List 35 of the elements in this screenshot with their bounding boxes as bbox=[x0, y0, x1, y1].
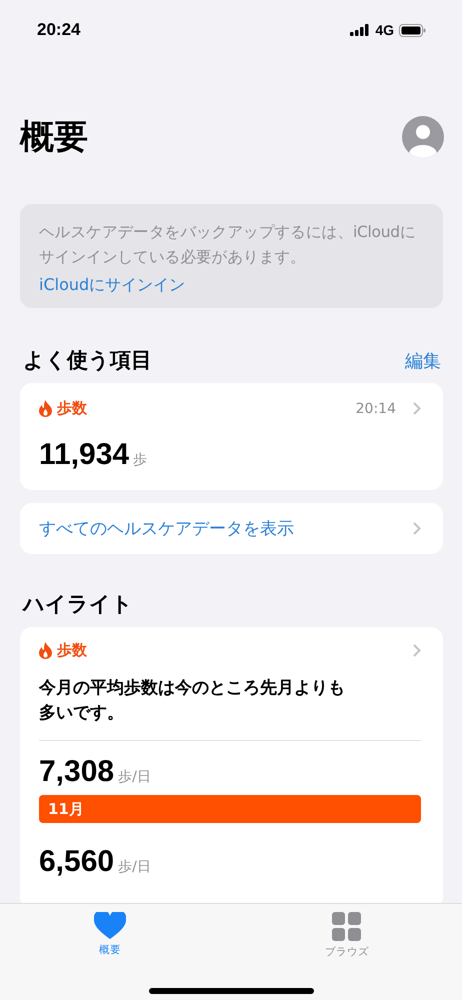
month-label: 11月 bbox=[48, 800, 84, 818]
grid-icon bbox=[332, 912, 362, 942]
category-label: 歩数 bbox=[57, 641, 87, 660]
network-label: 4G bbox=[375, 22, 394, 38]
highlight-summary: 今月の平均歩数は今のところ先月よりも多いです。 bbox=[39, 677, 346, 725]
flame-icon bbox=[39, 642, 52, 659]
update-time: 20:14 bbox=[356, 400, 396, 416]
unit-label: 歩/日 bbox=[118, 858, 151, 876]
unit-label: 歩/日 bbox=[118, 768, 151, 786]
heart-icon bbox=[94, 912, 126, 940]
section-heading: よく使う項目 bbox=[23, 347, 152, 374]
flame-icon bbox=[39, 400, 52, 417]
step-count: 11,934 bbox=[39, 438, 130, 472]
tab-item[interactable]: ブラウズ bbox=[325, 912, 369, 966]
highlight-card[interactable]: 歩数 今月の平均歩数は今のところ先月よりも多いです。 7,308 歩/日 11月 6,560 歩/日 bbox=[20, 627, 443, 903]
section-heading: ハイライト bbox=[23, 591, 133, 618]
tab-item[interactable]: 概要 bbox=[94, 912, 126, 966]
signal-icon bbox=[350, 24, 370, 36]
show-all-link[interactable]: すべてのヘルスケアデータを表示 bbox=[39, 517, 294, 540]
icloud-sign-in-link[interactable]: iCloudにサインイン bbox=[39, 275, 186, 296]
status-time: 20:24 bbox=[37, 20, 80, 40]
profile-avatar-icon[interactable] bbox=[402, 116, 444, 158]
battery-icon bbox=[399, 24, 426, 36]
show-all-data-row[interactable]: すべてのヘルスケアデータを表示 bbox=[20, 503, 443, 554]
average-steps: 6,560 bbox=[39, 845, 114, 879]
steps-card[interactable]: 歩数 20:14 11,934 歩 bbox=[20, 383, 443, 490]
edit-link[interactable]: 編集 bbox=[405, 349, 441, 373]
category-label: 歩数 bbox=[57, 399, 87, 418]
average-steps: 7,308 bbox=[39, 755, 114, 789]
chevron-icon bbox=[413, 522, 421, 535]
chevron-icon bbox=[413, 644, 421, 657]
banner-message: ヘルスケアデータをバックアップするには、iCloudにサインインしている必要があります。 bbox=[39, 222, 416, 268]
page-title: 概要 bbox=[20, 116, 88, 159]
chevron-icon bbox=[413, 402, 421, 415]
unit-label: 歩 bbox=[133, 451, 148, 469]
